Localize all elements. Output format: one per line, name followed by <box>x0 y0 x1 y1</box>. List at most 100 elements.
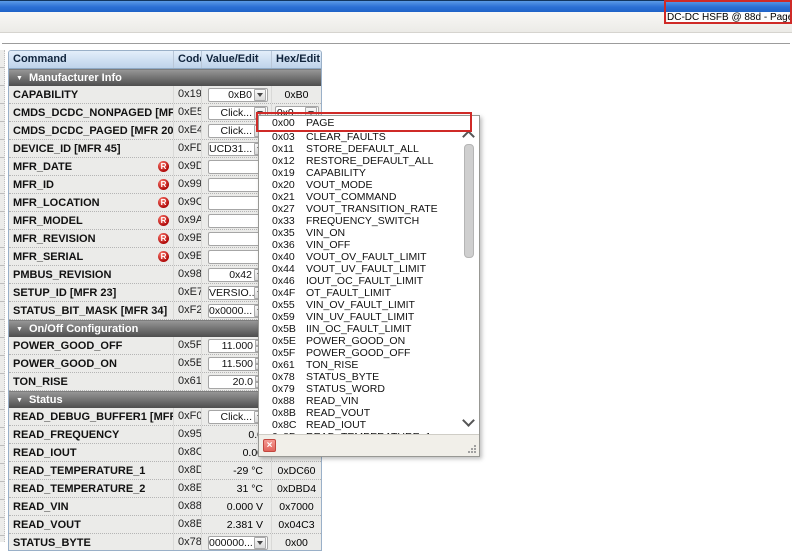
dropdown-item[interactable]: 0x27 VOUT_TRANSITION_RATE <box>259 203 479 215</box>
command-name: STATUS_BYTE <box>13 536 91 549</box>
item-label: VOUT_MODE <box>306 179 373 191</box>
hex-value: 0xB0 <box>284 88 309 101</box>
column-header-command[interactable]: Command <box>9 51 173 68</box>
dropdown-item[interactable]: 0x5F POWER_GOOD_OFF <box>259 347 479 359</box>
dropdown-item[interactable]: 0x8B READ_VOUT <box>259 407 479 419</box>
error-icon: R <box>158 161 169 172</box>
command-name: MFR_REVISION <box>13 232 96 245</box>
dropdown-selected-item[interactable]: 0x00 PAGE <box>259 116 479 130</box>
section-label: On/Off Configuration <box>28 323 139 335</box>
item-label: READ_IOUT <box>306 419 367 431</box>
item-label: POWER_GOOD_ON <box>306 335 406 347</box>
table-row[interactable]: READ_TEMPERATURE_1 0x8D -29 °C 0xDC60 <box>9 462 321 480</box>
item-code: 0x35 <box>272 227 295 239</box>
dropdown-item[interactable]: 0x03 CLEAR_FAULTS <box>259 131 479 143</box>
dropdown-item[interactable]: 0x11 STORE_DEFAULT_ALL <box>259 143 479 155</box>
item-label: VOUT_TRANSITION_RATE <box>306 203 438 215</box>
readonly-value: 31 °C <box>236 482 263 495</box>
error-icon: R <box>158 233 169 244</box>
table-row[interactable]: READ_VIN 0x88 0.000 V 0x7000 <box>9 498 321 516</box>
item-label: VOUT_OV_FAULT_LIMIT <box>306 251 427 263</box>
item-code: 0x5B <box>272 323 296 335</box>
value-combobox[interactable]: 0xB0 <box>208 87 268 102</box>
collapse-triangle-icon: ▼ <box>16 74 23 82</box>
value-combobox[interactable]: 000000... <box>208 535 268 550</box>
combobox-value: Click... <box>220 124 253 137</box>
code-cell: 0x78 <box>173 534 201 550</box>
dropdown-item[interactable]: 0x21 VOUT_COMMAND <box>259 191 479 203</box>
value-cell: 000000... <box>201 534 271 550</box>
command-cell: READ_DEBUG_BUFFER1 [MFR 32] <box>9 408 173 425</box>
collapse-triangle-icon: ▼ <box>16 325 23 333</box>
item-label: IIN_OC_FAULT_LIMIT <box>306 323 412 335</box>
code-cell: 0x95 <box>173 426 201 443</box>
item-label: STATUS_WORD <box>306 383 385 395</box>
item-label: VIN_OV_FAULT_LIMIT <box>306 299 415 311</box>
hex-cell: 0x00 <box>271 534 321 550</box>
dropdown-item[interactable]: 0x88 READ_VIN <box>259 395 479 407</box>
item-label: CLEAR_FAULTS <box>306 131 386 143</box>
code-cell: 0x19 <box>173 86 201 103</box>
code-cell: 0xE4 <box>173 122 201 139</box>
dropdown-item[interactable]: 0x61 TON_RISE <box>259 359 479 371</box>
table-row[interactable]: CAPABILITY 0x19 0xB0 0xB0 <box>9 86 321 104</box>
command-cell: MFR_REVISION R <box>9 230 173 247</box>
section-header[interactable]: ▼ Manufacturer Info <box>9 69 321 86</box>
dropdown-item[interactable]: 0x20 VOUT_MODE <box>259 179 479 191</box>
command-name: MFR_MODEL <box>13 214 83 227</box>
command-name: CMDS_DCDC_PAGED [MFR 20] <box>13 124 173 137</box>
table-row[interactable]: READ_TEMPERATURE_2 0x8E 31 °C 0xDBD4 <box>9 480 321 498</box>
combobox-value: VERSIO... <box>209 286 254 299</box>
dropdown-item[interactable]: 0x40 VOUT_OV_FAULT_LIMIT <box>259 251 479 263</box>
item-label: POWER_GOOD_OFF <box>306 347 411 359</box>
close-icon[interactable]: × <box>263 439 276 452</box>
dropdown-item[interactable]: 0x8C READ_IOUT <box>259 419 479 431</box>
command-name: SETUP_ID [MFR 23] <box>13 286 117 299</box>
dropdown-item[interactable]: 0x59 VIN_UV_FAULT_LIMIT <box>259 311 479 323</box>
dropdown-item[interactable]: 0x33 FREQUENCY_SWITCH <box>259 215 479 227</box>
value-cell: 2.381 V <box>201 516 271 533</box>
command-name: READ_VIN <box>13 500 69 513</box>
hex-value: 0x00 <box>285 536 308 549</box>
dropdown-item[interactable]: 0x36 VIN_OFF <box>259 239 479 251</box>
column-header-value-edit[interactable]: Value/Edit <box>201 51 271 68</box>
dropdown-item[interactable]: 0x5B IIN_OC_FAULT_LIMIT <box>259 323 479 335</box>
dropdown-item[interactable]: 0x44 VOUT_UV_FAULT_LIMIT <box>259 263 479 275</box>
dropdown-item[interactable]: 0x12 RESTORE_DEFAULT_ALL <box>259 155 479 167</box>
command-name: READ_TEMPERATURE_1 <box>13 464 146 477</box>
pmbus-command-dropdown: 0x00 PAGE 0x03 CLEAR_FAULTS 0x11 STORE_DEFA… <box>258 115 480 457</box>
command-cell: DEVICE_ID [MFR 45] <box>9 140 173 157</box>
dropdown-item[interactable]: 0x46 IOUT_OC_FAULT_LIMIT <box>259 275 479 287</box>
left-panel-edge <box>0 50 5 542</box>
table-row[interactable]: READ_VOUT 0x8B 2.381 V 0x04C3 <box>9 516 321 534</box>
dropdown-item[interactable]: 0x5E POWER_GOOD_ON <box>259 335 479 347</box>
item-code: 0x11 <box>272 143 294 155</box>
dropdown-item[interactable]: 0x78 STATUS_BYTE <box>259 371 479 383</box>
readonly-value: -29 °C <box>233 464 263 477</box>
item-code: 0x44 <box>272 263 295 275</box>
dropdown-item[interactable]: 0x55 VIN_OV_FAULT_LIMIT <box>259 299 479 311</box>
readonly-value: 0.000 V <box>226 500 263 513</box>
dropdown-item[interactable]: 0x19 CAPABILITY <box>259 167 479 179</box>
dropdown-item[interactable]: 0x4F OT_FAULT_LIMIT <box>259 287 479 299</box>
hex-cell: 0x04C3 <box>271 516 321 533</box>
resize-grip-icon[interactable] <box>467 444 477 454</box>
command-name: MFR_DATE <box>13 160 73 173</box>
combobox-value: Click... <box>220 410 253 423</box>
chevron-down-icon[interactable] <box>254 88 266 101</box>
device-page-selector[interactable]: DC-DC HSFB @ 88d - Page 0x0 <box>667 12 792 23</box>
dropdown-item[interactable]: 0x79 STATUS_WORD <box>259 383 479 395</box>
item-code: 0x8B <box>272 407 296 419</box>
chevron-down-icon[interactable] <box>254 536 266 549</box>
scrollbar-thumb[interactable] <box>464 144 474 258</box>
column-header-code[interactable]: Code <box>173 51 201 68</box>
command-name: READ_DEBUG_BUFFER1 [MFR 32] <box>13 410 173 423</box>
hex-cell: 0x7000 <box>271 498 321 515</box>
item-code: 0x88 <box>272 395 295 407</box>
command-name: READ_FREQUENCY <box>13 428 120 441</box>
command-cell: MFR_SERIAL R <box>9 248 173 265</box>
column-header-hex-edit[interactable]: Hex/Edit <box>271 51 321 68</box>
dropdown-item[interactable]: 0x35 VIN_ON <box>259 227 479 239</box>
table-row[interactable]: STATUS_BYTE 0x78 000000... 0x00 <box>9 534 321 550</box>
item-label: OT_FAULT_LIMIT <box>306 287 391 299</box>
